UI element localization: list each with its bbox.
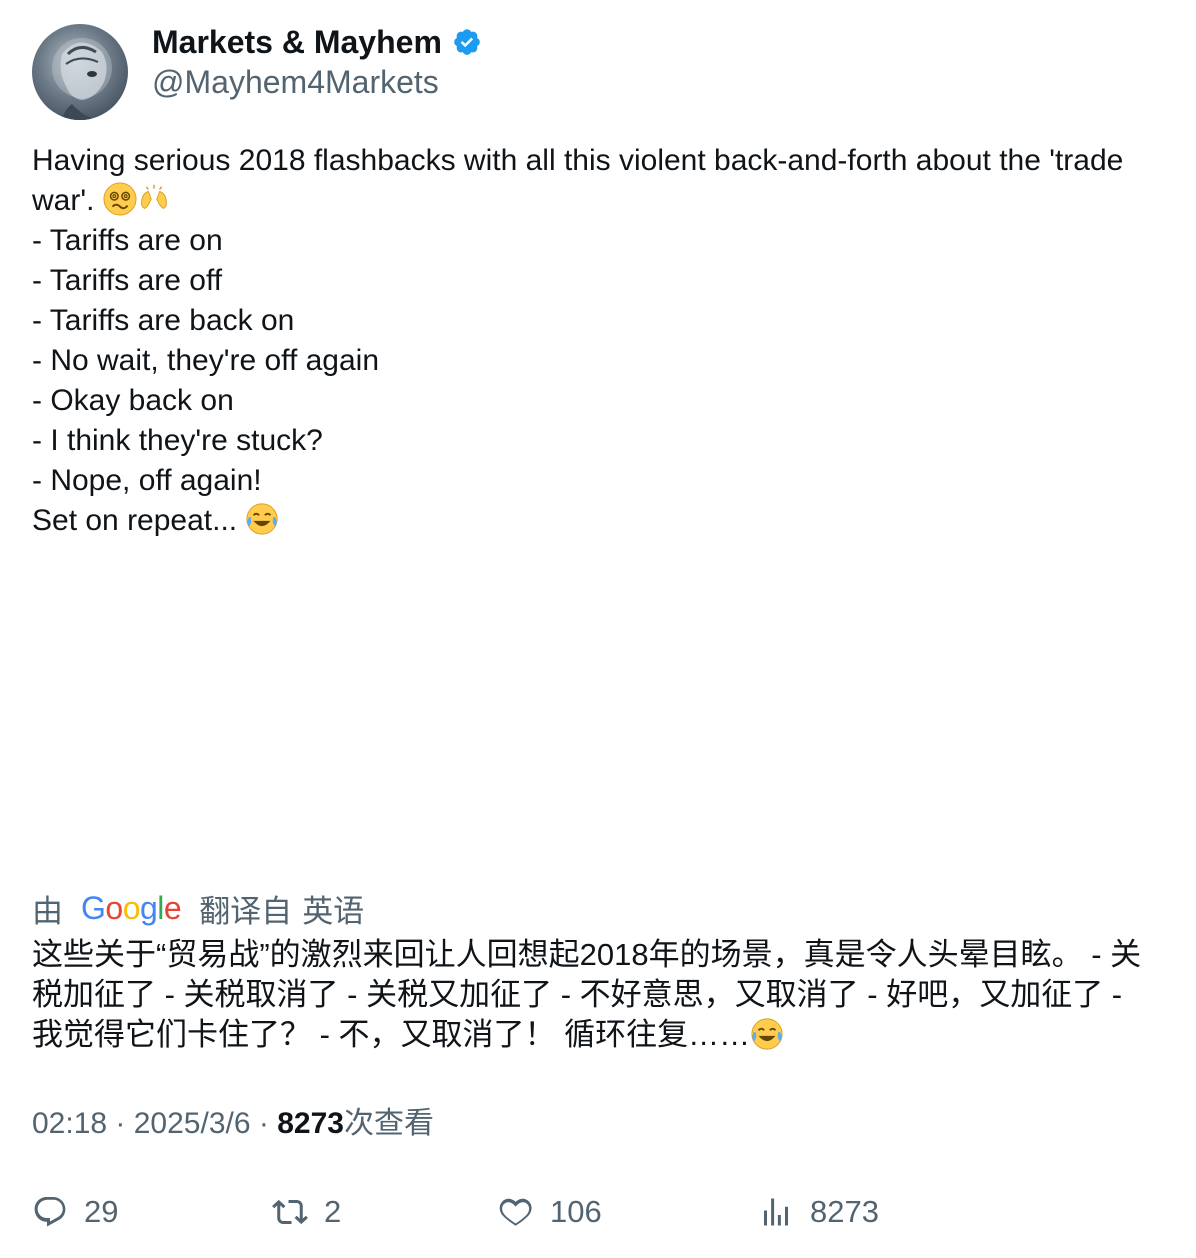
view-count-action: 8273 <box>810 1194 879 1229</box>
tweet-line-4: - No wait, they're off again <box>32 344 380 377</box>
tweet-date[interactable]: 2025/3/6 <box>134 1107 251 1140</box>
tweet-meta: 02:18 · 2025/3/6 · 8273次查看 <box>32 1104 434 1144</box>
meta-separator: · <box>258 1107 278 1140</box>
meta-separator: · <box>115 1107 134 1140</box>
reply-icon <box>34 1197 66 1227</box>
tears-of-joy-emoji <box>245 502 279 536</box>
tears-of-joy-emoji <box>750 1017 784 1051</box>
views-button[interactable]: 8273 <box>758 1188 879 1236</box>
tweet-line-1: - Tariffs are on <box>32 224 223 257</box>
tweet-line-intro: Having serious 2018 flashbacks with all … <box>32 144 1124 217</box>
verified-badge-icon <box>452 27 482 57</box>
view-count: 8273 <box>277 1107 344 1140</box>
author-name-row[interactable]: Markets & Mayhem <box>152 22 482 62</box>
view-count-label: 次查看 <box>343 1107 434 1140</box>
tweet-time[interactable]: 02:18 <box>32 1107 107 1140</box>
author-handle[interactable]: @Mayhem4Markets <box>152 62 439 102</box>
translated-text-body: 这些关于“贸易战”的激烈来回让人回想起2018年的场景，真是令人头晕目眩。 - … <box>32 937 1142 1052</box>
retweet-icon <box>272 1199 308 1225</box>
heart-icon <box>499 1198 532 1226</box>
like-count: 106 <box>550 1194 602 1229</box>
tweet-body: Having serious 2018 flashbacks with all … <box>32 141 1152 541</box>
like-button[interactable]: 106 <box>498 1188 602 1236</box>
clapping-hands-emoji <box>137 182 171 216</box>
action-bar: 29 2 106 8273 <box>0 1188 1196 1236</box>
translation-attribution: 由 Google 翻译自 英语 <box>32 886 364 930</box>
tweet-line-3: - Tariffs are back on <box>32 304 295 337</box>
woozy-face-emoji <box>103 182 137 216</box>
tweet-line-6: - I think they're stuck? <box>32 424 323 457</box>
tweet-line-7: - Nope, off again! <box>32 464 262 497</box>
tweet-line-2: - Tariffs are off <box>32 264 223 297</box>
retweet-count: 2 <box>324 1194 342 1229</box>
author-name[interactable]: Markets & Mayhem <box>152 22 442 62</box>
robot-avatar-image <box>52 38 112 120</box>
translate-source-language: 英语 <box>302 893 365 929</box>
translate-prefix: 由 <box>32 893 63 929</box>
retweet-button[interactable]: 2 <box>272 1188 341 1236</box>
analytics-icon <box>764 1198 788 1226</box>
reply-button[interactable]: 29 <box>32 1188 118 1236</box>
avatar[interactable] <box>32 24 128 120</box>
translate-suffix: 翻译自 <box>199 893 293 929</box>
google-logo: Google <box>81 889 182 926</box>
translated-text: 这些关于“贸易战”的激烈来回让人回想起2018年的场景，真是令人头晕目眩。 - … <box>32 935 1152 1055</box>
tweet-closing: Set on repeat... <box>32 504 238 537</box>
tweet-line-5: - Okay back on <box>32 384 234 417</box>
tweet: Markets & Mayhem @Mayhem4Markets Having … <box>0 0 1196 1258</box>
reply-count: 29 <box>84 1194 119 1229</box>
